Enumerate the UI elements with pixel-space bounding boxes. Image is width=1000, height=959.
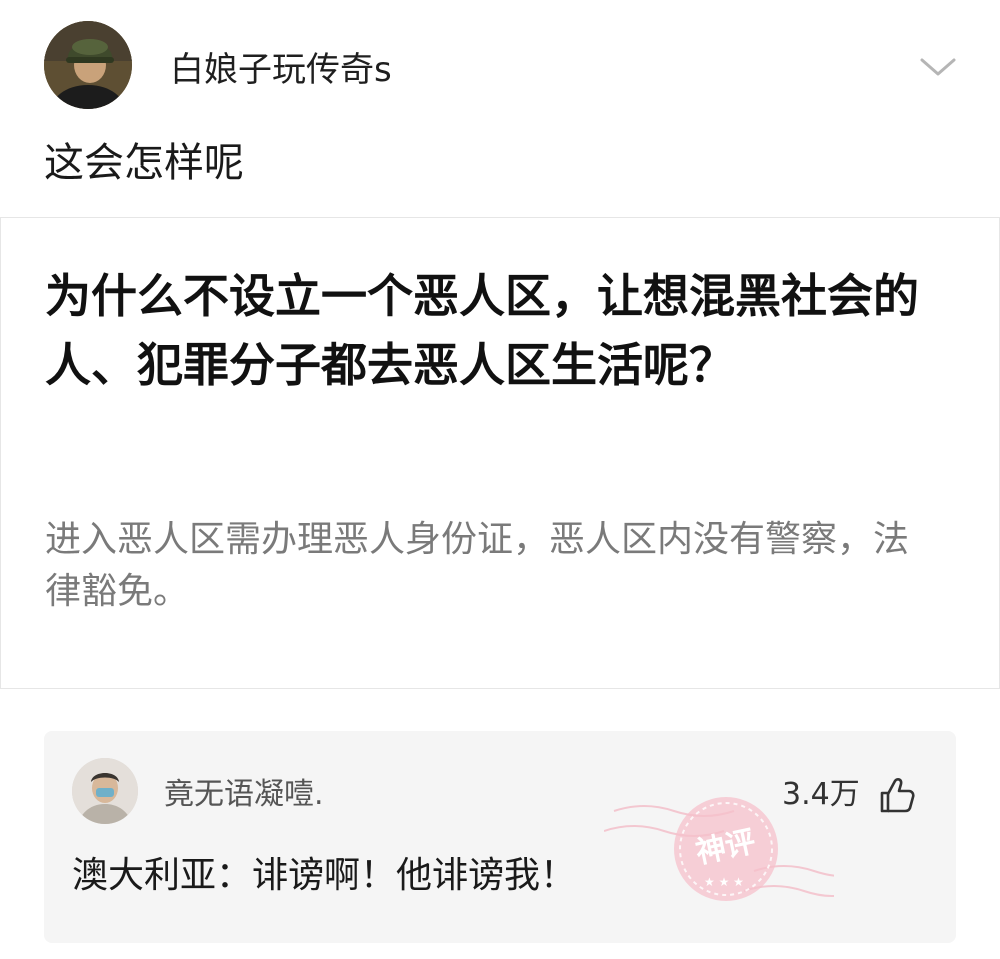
chevron-down-icon[interactable] (918, 52, 958, 80)
question-detail: 进入恶人区需办理恶人身份证，恶人区内没有警察，法律豁免。 (45, 519, 910, 612)
commenter-name[interactable]: 竟无语凝噎. (164, 775, 324, 815)
post-text: 这会怎样呢 (44, 140, 244, 186)
author-name[interactable]: 白娘子玩传奇s (170, 48, 392, 92)
question-title: 为什么不设立一个恶人区，让想混黑社会的人、犯罪分子都去恶人区生活呢？ (45, 269, 919, 392)
thumbs-up-icon[interactable] (876, 775, 916, 815)
comment-card[interactable]: 神评 ★ ★ ★ 竟无语凝噎. 3.4万 澳大利亚：诽谤啊！他诽谤我！ (44, 731, 956, 943)
commenter-avatar[interactable] (72, 758, 138, 824)
like-count: 3.4万 (782, 777, 860, 812)
svg-text:★ ★ ★: ★ ★ ★ (704, 875, 744, 889)
page: 白娘子玩传奇s 这会怎样呢 为什么不设立一个恶人区，让想混黑社会的人、犯罪分子都… (0, 0, 1000, 959)
author-avatar[interactable] (44, 21, 132, 109)
question-card[interactable]: 为什么不设立一个恶人区，让想混黑社会的人、犯罪分子都去恶人区生活呢？ 进入恶人区… (0, 217, 1000, 689)
comment-text: 澳大利亚：诽谤啊！他诽谤我！ (72, 855, 577, 896)
